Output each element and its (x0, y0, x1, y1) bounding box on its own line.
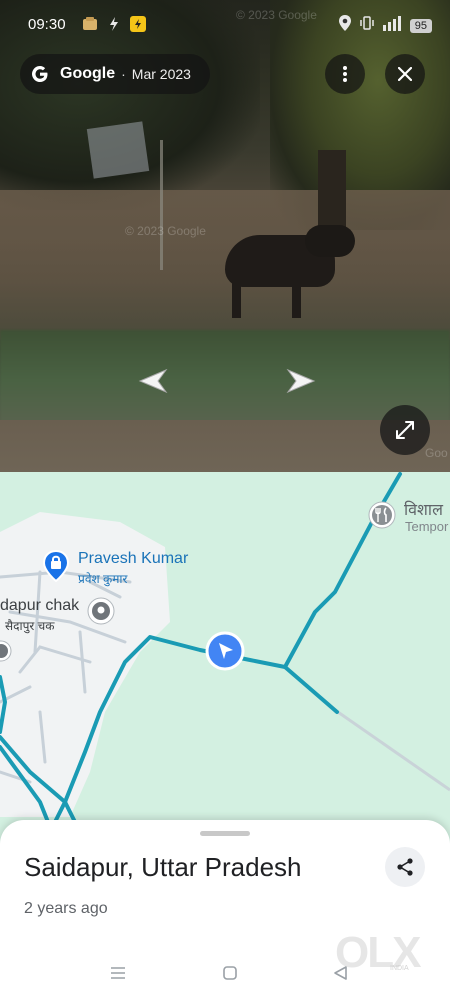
signal-icon (382, 15, 402, 36)
capture-date: Mar 2023 (131, 66, 191, 82)
fullscreen-button[interactable] (380, 405, 430, 455)
vibrate-icon (360, 15, 374, 36)
navigate-right-arrow[interactable] (282, 368, 318, 394)
fork-knife-icon (368, 501, 396, 529)
place-title: Saidapur, Uttar Pradesh (24, 852, 302, 882)
roadside-sign (86, 121, 150, 179)
current-position-marker[interactable] (205, 631, 245, 676)
lock-pin-icon (42, 549, 70, 583)
buffalo-leg (232, 280, 241, 318)
poi-label-pravesh: Pravesh Kumar (78, 550, 189, 567)
more-options-button[interactable] (325, 54, 365, 94)
village-label: dapur chak (0, 597, 80, 614)
location-icon (338, 15, 352, 36)
kebab-menu-icon (343, 66, 347, 82)
flash-icon (108, 16, 120, 37)
restaurant-pin[interactable] (367, 500, 397, 535)
sign-pole (160, 140, 163, 270)
village-pin-icon[interactable] (86, 596, 116, 631)
google-brand-label: Google (60, 65, 116, 82)
restaurant-sub-label: Tempor (405, 519, 449, 534)
buffalo-head (305, 225, 355, 257)
copyright-watermark: © 2023 Google (125, 224, 206, 238)
home-icon[interactable] (218, 962, 242, 984)
copyright-watermark: Goo (425, 446, 448, 460)
status-time: 09:30 (28, 16, 66, 33)
village-pin-icon[interactable] (0, 638, 12, 669)
copyright-watermark: © 2023 Google (236, 8, 317, 22)
close-button[interactable] (385, 54, 425, 94)
buffalo-leg (292, 280, 301, 318)
sheet-drag-handle[interactable] (200, 831, 250, 836)
place-age: 2 years ago (24, 900, 108, 917)
share-button[interactable] (385, 847, 425, 887)
app-badge-icon (130, 16, 146, 37)
share-icon (397, 858, 413, 876)
navigation-arrow-icon (205, 631, 245, 671)
restaurant-label: विशाल (404, 502, 443, 519)
street-view-info-pill[interactable]: Google · Mar 2023 (20, 54, 210, 94)
back-icon[interactable] (328, 962, 352, 984)
close-icon (398, 67, 412, 81)
google-g-icon (30, 64, 50, 84)
notification-icon (82, 16, 98, 37)
separator-dot: · (121, 66, 126, 82)
battery-indicator: 95 (409, 18, 432, 33)
olx-watermark-sub: INDIA (390, 965, 409, 972)
navigate-left-arrow[interactable] (136, 368, 172, 394)
poi-label-pravesh-local: प्रवेश कुमार (78, 572, 128, 586)
poi-pin-pravesh[interactable] (42, 549, 70, 587)
menu-icon[interactable] (106, 962, 130, 984)
grass-strip (0, 330, 450, 430)
village-label-local: सैदापुर चक (5, 619, 55, 633)
expand-icon (396, 421, 414, 439)
